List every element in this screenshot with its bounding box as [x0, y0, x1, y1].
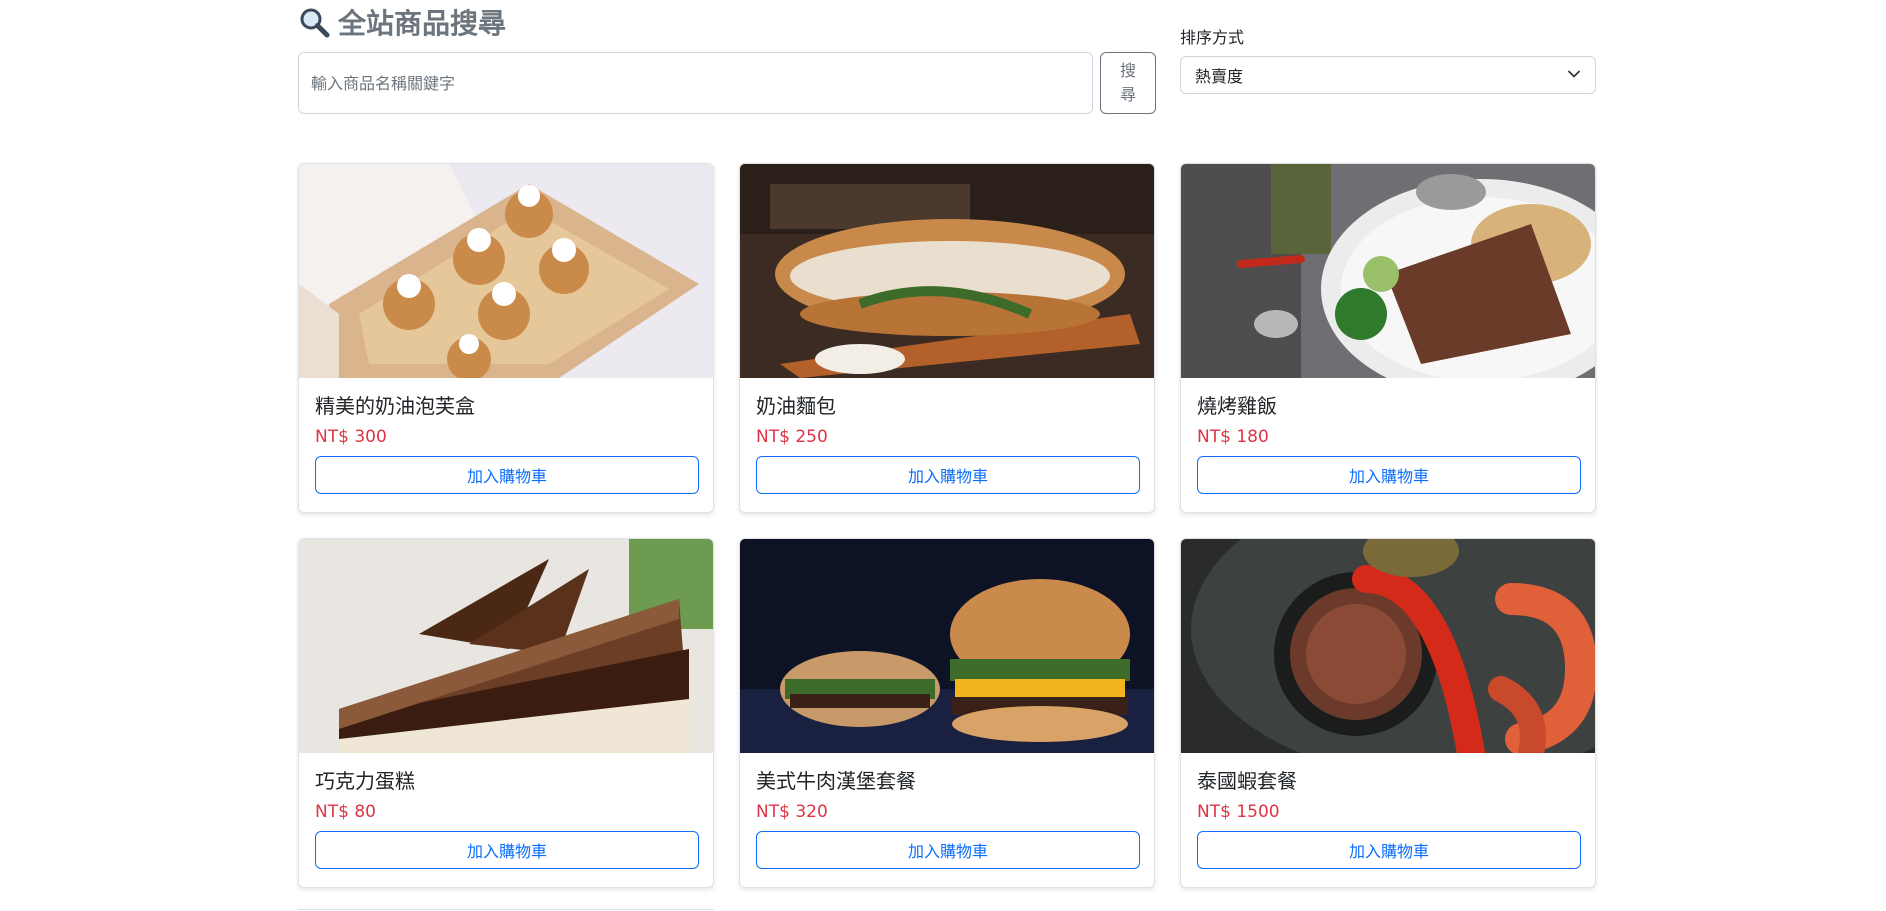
product-card: 精美的奶油泡芙盒 NT$ 300 加入購物車 — [298, 163, 714, 513]
product-price: NT$ 1500 — [1197, 802, 1280, 822]
product-card: 巧克力蛋糕 NT$ 80 加入購物車 — [298, 538, 714, 888]
add-to-cart-button[interactable]: 加入購物車 — [315, 456, 699, 494]
product-card: 泰國蝦套餐 NT$ 1500 加入購物車 — [1180, 538, 1596, 888]
sort-select[interactable]: 熱賣度 — [1180, 56, 1596, 94]
product-price: NT$ 80 — [315, 802, 376, 822]
add-to-cart-button[interactable]: 加入購物車 — [756, 831, 1140, 869]
thai-shrimp-photo[interactable] — [1181, 539, 1595, 753]
cream-puff-box-photo[interactable] — [299, 164, 713, 378]
sort-label: 排序方式 — [1180, 28, 1245, 47]
search-title-text: 全站商品搜尋 — [338, 7, 507, 40]
product-card: 美式牛肉漢堡套餐 NT$ 320 加入購物車 — [739, 538, 1155, 888]
product-grid: 精美的奶油泡芙盒 NT$ 300 加入購物車 奶油麵包 NT$ 250 加入購物… — [298, 163, 1596, 888]
product-name: 美式牛肉漢堡套餐 — [756, 769, 916, 793]
search-input[interactable] — [298, 52, 1093, 114]
search-heading: 全站商品搜尋 — [298, 2, 506, 42]
product-price: NT$ 250 — [756, 427, 828, 447]
search-button[interactable]: 搜尋 — [1100, 52, 1156, 114]
product-name: 燒烤雞飯 — [1197, 394, 1277, 418]
product-name: 奶油麵包 — [756, 394, 836, 418]
product-card: 燒烤雞飯 NT$ 180 加入購物車 — [1180, 163, 1596, 513]
product-name: 精美的奶油泡芙盒 — [315, 394, 475, 418]
product-card: 奶油麵包 NT$ 250 加入購物車 — [739, 163, 1155, 513]
grilled-chicken-rice-photo[interactable] — [1181, 164, 1595, 378]
product-price: NT$ 180 — [1197, 427, 1269, 447]
chevron-down-icon — [1567, 66, 1581, 85]
product-price: NT$ 320 — [756, 802, 828, 822]
product-name: 泰國蝦套餐 — [1197, 769, 1297, 793]
sort-selected-value: 熱賣度 — [1195, 67, 1244, 86]
add-to-cart-button[interactable]: 加入購物車 — [1197, 456, 1581, 494]
product-name: 巧克力蛋糕 — [315, 769, 415, 793]
add-to-cart-button[interactable]: 加入購物車 — [1197, 831, 1581, 869]
add-to-cart-button[interactable]: 加入購物車 — [756, 456, 1140, 494]
add-to-cart-button[interactable]: 加入購物車 — [315, 831, 699, 869]
chocolate-cake-photo[interactable] — [299, 539, 713, 753]
product-search-page: 全站商品搜尋 搜尋 排序方式 熱賣度 — [0, 0, 1886, 911]
product-price: NT$ 300 — [315, 427, 387, 447]
beef-burger-photo[interactable] — [740, 539, 1154, 753]
cream-sandwich-photo[interactable] — [740, 164, 1154, 378]
magnifier-icon — [298, 6, 330, 38]
